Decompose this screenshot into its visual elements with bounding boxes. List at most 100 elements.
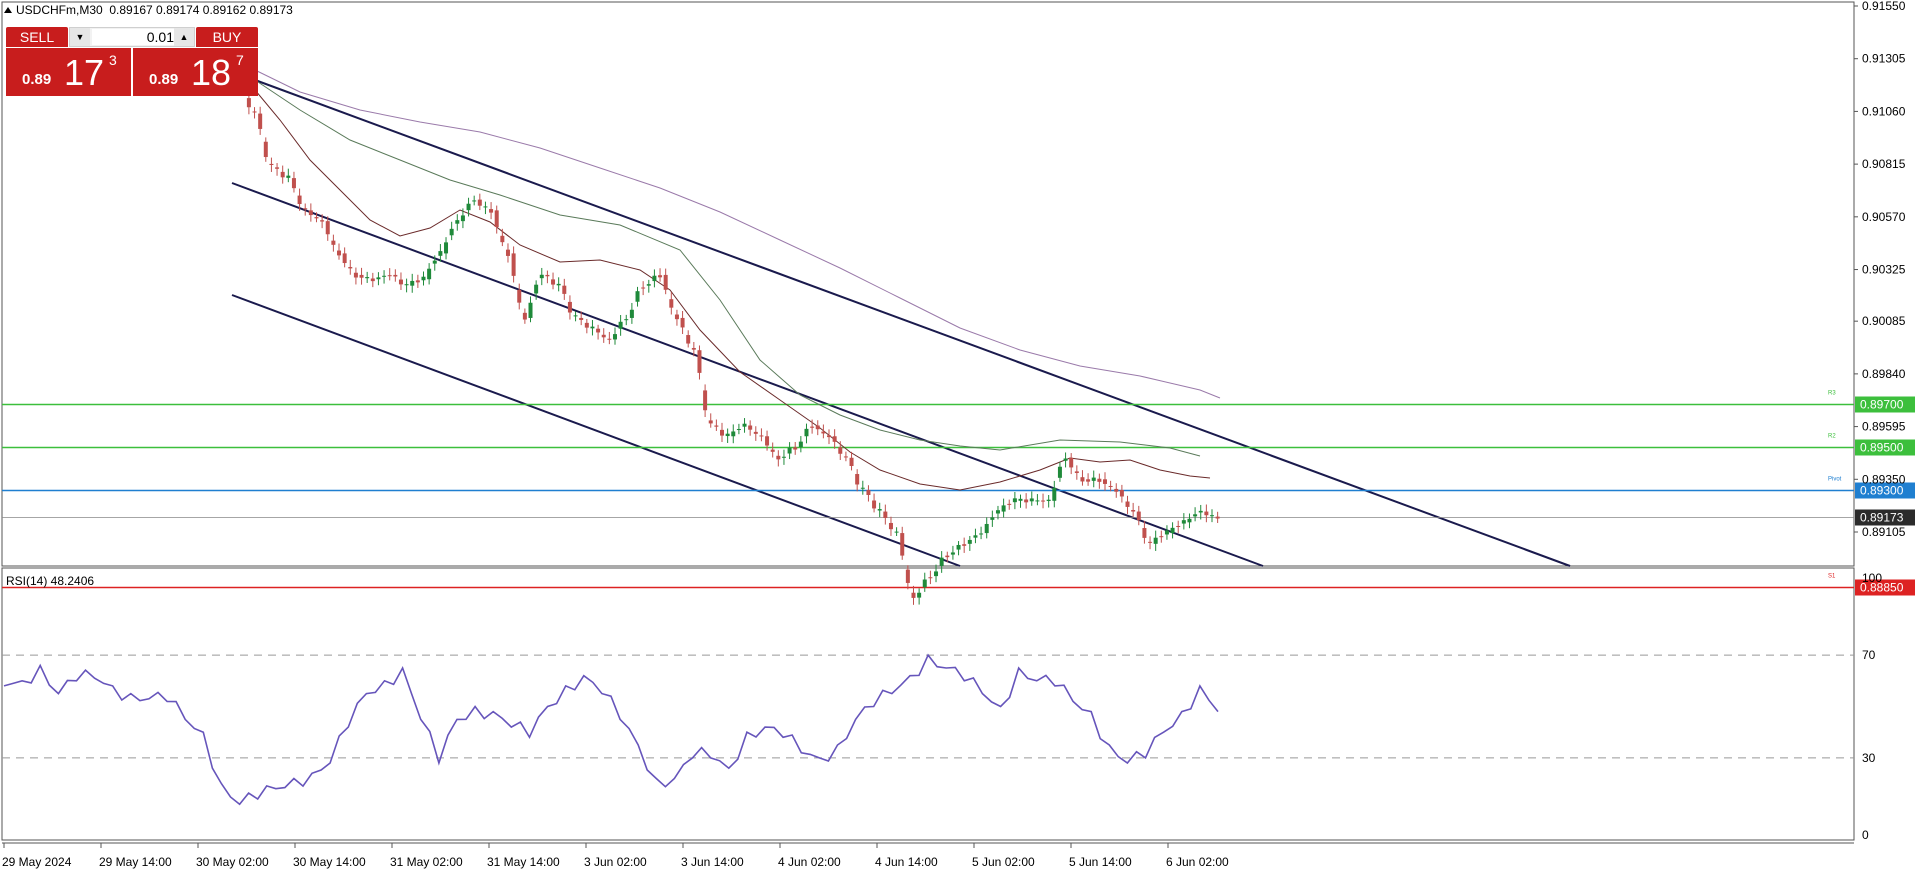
candle-body bbox=[1012, 498, 1017, 503]
price-candles[interactable] bbox=[224, 60, 1220, 605]
candle-body bbox=[308, 210, 313, 216]
candle-body bbox=[832, 436, 837, 442]
candle-body bbox=[596, 328, 601, 333]
candle-body bbox=[641, 287, 646, 289]
candle-body bbox=[1125, 501, 1130, 507]
time-axis-label: 6 Jun 02:00 bbox=[1166, 855, 1229, 869]
candle-body bbox=[1181, 520, 1186, 524]
candle-body bbox=[1074, 471, 1079, 473]
candle-body bbox=[1097, 478, 1102, 482]
candle-body bbox=[444, 242, 449, 254]
candle-body bbox=[827, 435, 832, 438]
candle-body bbox=[331, 240, 336, 245]
candle-body bbox=[658, 275, 663, 278]
candle-body bbox=[1069, 457, 1074, 468]
candle-body bbox=[398, 279, 403, 285]
candle-body bbox=[365, 277, 370, 279]
time-axis-label: 4 Jun 02:00 bbox=[778, 855, 841, 869]
candle-body bbox=[275, 167, 280, 169]
candle-body bbox=[449, 228, 454, 236]
candle-body bbox=[714, 425, 719, 427]
collapse-triangle-icon[interactable] bbox=[4, 7, 12, 13]
candle-body bbox=[934, 571, 939, 577]
candle-body bbox=[962, 544, 967, 546]
candle-body bbox=[888, 522, 893, 530]
candle-body bbox=[624, 319, 629, 321]
candle-body bbox=[466, 203, 471, 211]
buy-button[interactable]: BUY bbox=[196, 27, 258, 47]
price-axis-label: 0.90325 bbox=[1862, 263, 1906, 277]
candle-body bbox=[928, 577, 933, 579]
lot-decrease-icon[interactable]: ▼ bbox=[70, 28, 90, 46]
candle-body bbox=[1142, 528, 1147, 538]
level-r3-marker: R3 bbox=[1828, 391, 1836, 397]
candle-body bbox=[517, 289, 522, 303]
lot-increase-icon[interactable]: ▲ bbox=[174, 28, 194, 46]
candle-body bbox=[1024, 499, 1029, 503]
time-axis-label: 31 May 14:00 bbox=[487, 855, 560, 869]
price-axis-label: 0.89350 bbox=[1862, 472, 1906, 486]
candle-body bbox=[1136, 511, 1141, 521]
candle-body bbox=[742, 423, 747, 427]
candle-body bbox=[1001, 505, 1006, 512]
sell-price-sup: 3 bbox=[109, 52, 117, 68]
candle-body bbox=[427, 268, 432, 280]
candle-body bbox=[843, 456, 848, 458]
candle-body bbox=[838, 447, 843, 454]
candle-body bbox=[387, 275, 392, 277]
candle-body bbox=[866, 490, 871, 495]
level-s1-marker: S1 bbox=[1828, 574, 1836, 580]
candle-body bbox=[956, 544, 961, 550]
candle-body bbox=[798, 441, 803, 448]
candle-body bbox=[263, 141, 268, 158]
sell-price-card[interactable]: 0.89 17 3 bbox=[6, 48, 131, 96]
candle-body bbox=[1108, 485, 1113, 487]
candle-body bbox=[1029, 498, 1034, 502]
regression-channel[interactable] bbox=[231, 79, 1571, 567]
ma-mid-line bbox=[254, 79, 1201, 457]
candle-body bbox=[1052, 487, 1057, 501]
candle-body bbox=[793, 447, 798, 450]
candle-body bbox=[1159, 536, 1164, 538]
candle-body bbox=[551, 279, 556, 285]
sell-price-big: 17 bbox=[64, 52, 105, 93]
candle-body bbox=[1114, 488, 1119, 492]
candle-body bbox=[877, 509, 882, 511]
candle-body bbox=[1057, 466, 1062, 478]
candle-body bbox=[680, 317, 685, 328]
chart-canvas[interactable]: 0.89700R30.89500R20.89300Pivot0.891730.8… bbox=[0, 0, 1916, 874]
rsi-line[interactable] bbox=[3, 653, 1219, 806]
candle-body bbox=[815, 425, 820, 430]
candle-body bbox=[1086, 479, 1091, 482]
candle-body bbox=[759, 435, 764, 437]
candle-body bbox=[770, 449, 775, 452]
candle-body bbox=[477, 199, 482, 206]
candle-body bbox=[810, 426, 815, 428]
price-axis-label: 0.89840 bbox=[1862, 367, 1906, 381]
sell-button[interactable]: SELL bbox=[6, 27, 68, 47]
candle-body bbox=[455, 220, 460, 224]
ohlc-values: 0.89167 0.89174 0.89162 0.89173 bbox=[109, 3, 293, 17]
level-current-label: 0.89173 bbox=[1860, 511, 1904, 525]
candle-body bbox=[618, 321, 623, 329]
candle-body bbox=[781, 456, 786, 458]
candle-body bbox=[708, 420, 713, 424]
candle-body bbox=[252, 111, 257, 113]
candle-body bbox=[1148, 541, 1153, 543]
candle-body bbox=[1170, 527, 1175, 534]
candle-body bbox=[1215, 516, 1220, 519]
candle-body bbox=[567, 301, 572, 313]
candle-body bbox=[1035, 500, 1040, 502]
price-axis-label: 0.90085 bbox=[1862, 314, 1906, 328]
candle-body bbox=[1198, 510, 1203, 513]
candle-body bbox=[415, 280, 420, 283]
buy-price-card[interactable]: 0.89 18 7 bbox=[133, 48, 258, 96]
time-axis-label: 3 Jun 02:00 bbox=[584, 855, 647, 869]
lot-size-input[interactable] bbox=[92, 29, 176, 45]
price-axis-label: 0.90815 bbox=[1862, 157, 1906, 171]
price-axis: 0.91550 0.91305 0.91060 0.90815 0.90570 0.903… bbox=[1854, 0, 1906, 539]
buy-price-prefix: 0.89 bbox=[149, 71, 179, 88]
candle-body bbox=[1041, 500, 1046, 502]
candle-body bbox=[765, 436, 770, 446]
candle-body bbox=[967, 539, 972, 544]
